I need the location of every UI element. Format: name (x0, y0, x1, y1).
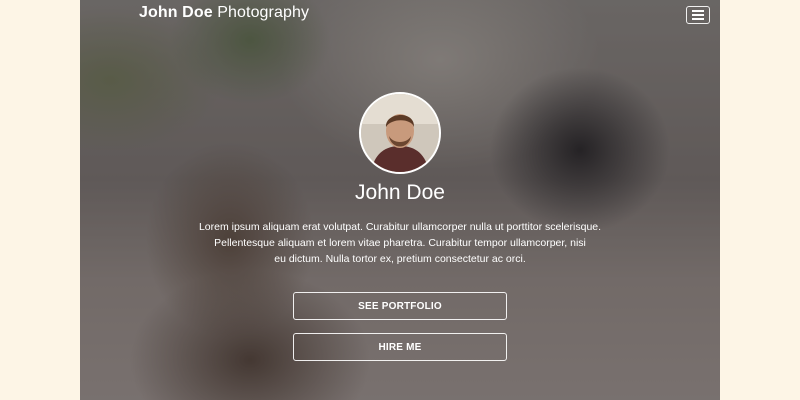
bio-line: Lorem ipsum aliquam erat volutpat. Curab… (198, 221, 602, 233)
see-portfolio-button[interactable]: SEE PORTFOLIO (293, 292, 507, 320)
bio-line: Pellentesque aliquam et lorem vitae phar… (214, 237, 586, 249)
avatar (359, 92, 441, 174)
hero-section: John Doe Photography John Doe Lorem ipsu… (80, 0, 720, 400)
hire-me-button[interactable]: HIRE ME (293, 333, 507, 361)
brand-name: John Doe (139, 4, 213, 21)
hamburger-menu-icon (692, 10, 704, 20)
profile-bio: Lorem ipsum aliquam erat volutpat. Curab… (190, 219, 610, 267)
site-brand[interactable]: John Doe Photography (139, 4, 309, 22)
bio-line: eu dictum. Nulla tortor ex, pretium cons… (274, 253, 526, 265)
profile-name: John Doe (355, 181, 445, 204)
menu-button[interactable] (686, 6, 710, 24)
profile-photo-icon (361, 94, 439, 172)
brand-tagline: Photography (217, 4, 310, 21)
